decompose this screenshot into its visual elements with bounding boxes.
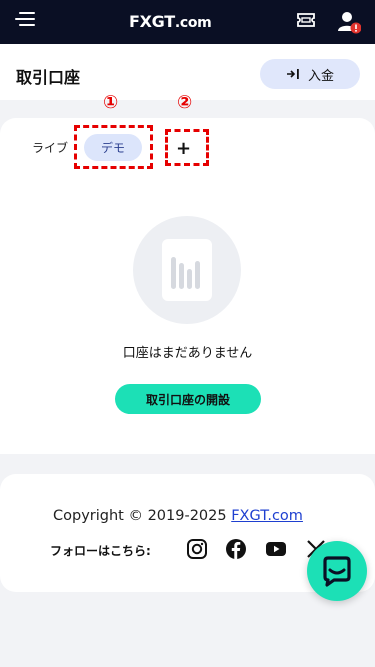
accounts-card: ライブ デモ + ① ② 口座はまだありません 取引口座の開設 (0, 92, 375, 454)
youtube-icon[interactable] (265, 538, 287, 560)
empty-state-message: 口座はまだありません (122, 346, 253, 361)
annotation-box-2 (165, 129, 209, 166)
open-account-button[interactable]: 取引口座の開設 (115, 384, 261, 414)
login-arrow-icon (286, 69, 299, 79)
chat-bubble-icon (323, 556, 351, 587)
page-title: 取引口座 (16, 68, 81, 87)
top-bar: FXGT.com (0, 0, 375, 44)
user-account-button[interactable] (337, 10, 362, 34)
copyright-text: Copyright © 2019-2025 FXGT.com (53, 508, 303, 524)
annotation-marker-1: ① (103, 92, 119, 113)
follow-label: フォローはこちら: (50, 544, 151, 558)
fxgt-link[interactable]: FXGT.com (231, 508, 303, 524)
hamburger-icon[interactable] (15, 10, 35, 28)
annotation-marker-2: ② (177, 92, 193, 113)
deposit-label: 入金 (307, 68, 334, 84)
annotation-box-1 (74, 125, 153, 169)
deposit-button[interactable]: 入金 (260, 59, 360, 89)
fxgt-logo[interactable]: FXGT.com (129, 12, 212, 31)
ticket-icon[interactable] (296, 12, 316, 28)
instagram-icon[interactable] (186, 538, 208, 560)
chart-document-icon (162, 239, 212, 301)
copyright-prefix: Copyright © 2019-2025 (53, 508, 232, 524)
facebook-icon[interactable] (225, 538, 247, 560)
chat-support-button[interactable] (307, 541, 367, 601)
user-icon (338, 12, 362, 34)
tab-live[interactable]: ライブ (32, 139, 68, 156)
